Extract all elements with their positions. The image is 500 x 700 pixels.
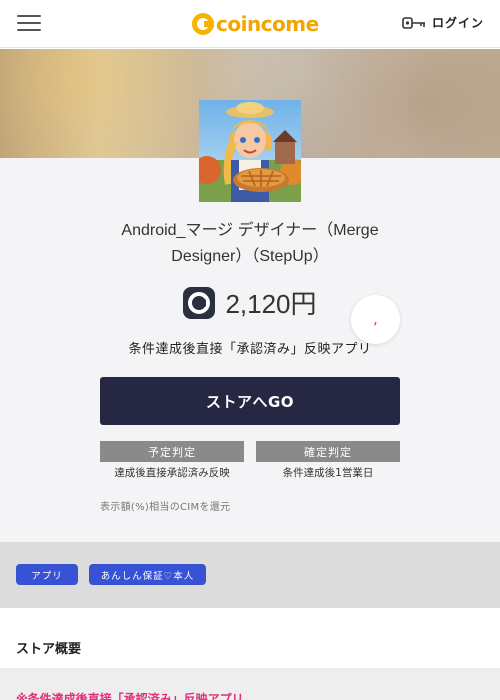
app-title-line1: Android_マージ デザイナー（Merge — [121, 222, 379, 239]
coincome-logo[interactable]: coincome — [192, 11, 319, 37]
login-label: ログイン — [431, 16, 484, 30]
tag-safety-guarantee[interactable]: あんしん保証♡本人 — [89, 564, 206, 585]
app-title-line2: Designer）（StepUp） — [171, 248, 329, 265]
cim-note: 表示額(%)相当のCIMを還元 — [100, 502, 231, 513]
store-overview-title: ストア概要 — [16, 642, 82, 657]
tag-app[interactable]: アプリ — [16, 564, 78, 585]
app-icon — [199, 100, 301, 202]
logo-mark-icon — [192, 13, 214, 35]
condition-text: 条件達成後直接「承認済み」反映アプリ — [128, 342, 372, 357]
scheduled-judgement-label: 予定判定 — [100, 441, 244, 462]
store-go-button[interactable]: ストアへGO — [100, 377, 400, 425]
points-display: 2,120円 — [0, 284, 500, 321]
login-button[interactable]: ログイン — [402, 14, 484, 31]
favorite-button[interactable]: , — [351, 295, 400, 344]
confirmed-judgement-label: 確定判定 — [256, 441, 400, 462]
hamburger-icon[interactable] — [17, 14, 41, 32]
store-overview-first-line: ※条件達成後直接「承認済み」反映アプリ — [16, 692, 244, 700]
heart-icon: , — [373, 311, 378, 328]
app-title: Android_マージ デザイナー（Merge Designer）（StepUp… — [60, 218, 440, 270]
header: coincome ログイン — [0, 0, 500, 48]
key-icon — [402, 16, 425, 29]
cim-icon — [183, 286, 216, 319]
confirmed-judgement: 確定判定 条件達成後1営業日 — [256, 441, 400, 480]
scheduled-judgement: 予定判定 達成後直接承認済み反映 — [100, 441, 244, 480]
scheduled-judgement-desc: 達成後直接承認済み反映 — [114, 467, 230, 479]
confirmed-judgement-desc: 条件達成後1営業日 — [282, 467, 374, 479]
points-value: 2,120円 — [225, 289, 317, 319]
tags-bar: アプリ あんしん保証♡本人 — [0, 542, 500, 608]
logo-text: coincome — [216, 12, 319, 36]
